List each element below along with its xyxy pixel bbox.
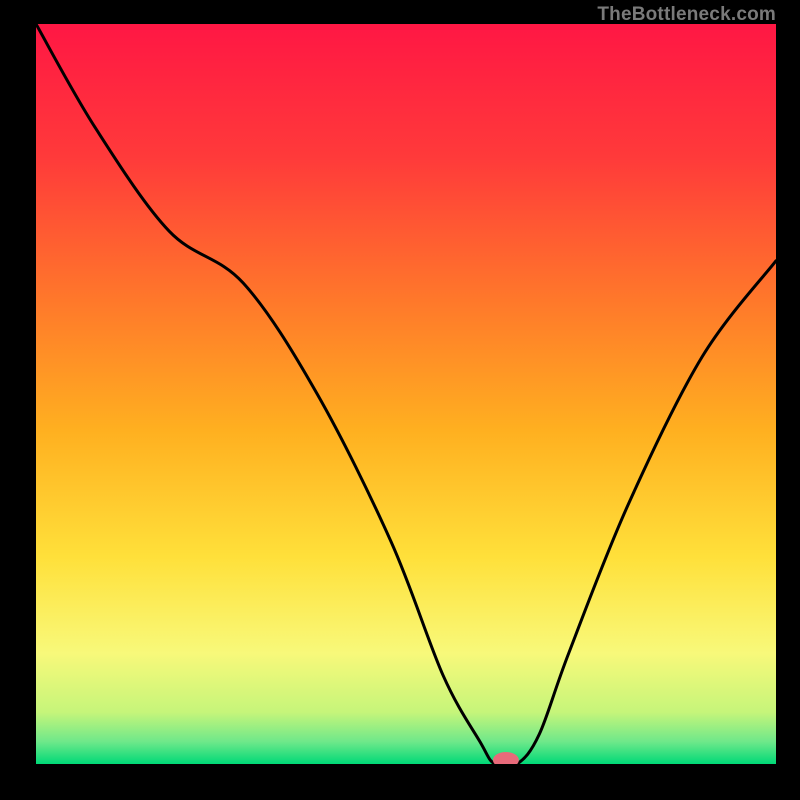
plot-area bbox=[36, 24, 776, 764]
gradient-background bbox=[36, 24, 776, 764]
bottleneck-chart bbox=[36, 24, 776, 764]
watermark-text: TheBottleneck.com bbox=[597, 4, 776, 26]
chart-frame: TheBottleneck.com bbox=[24, 24, 776, 776]
